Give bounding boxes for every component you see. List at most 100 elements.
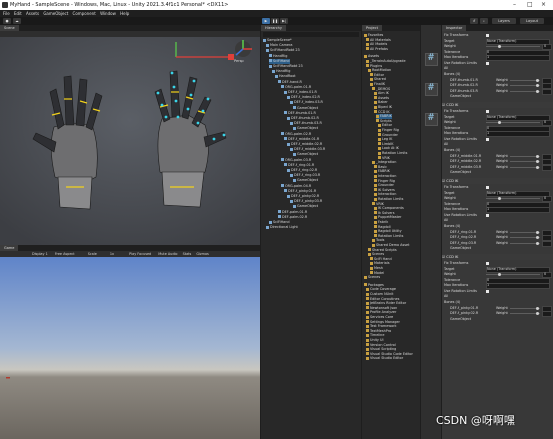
fix-transforms-checkbox[interactable] [486,186,489,189]
menu-component[interactable]: Component [73,11,96,16]
fix-transforms-checkbox[interactable] [486,34,489,37]
use-rotation-limits-checkbox[interactable] [486,213,489,217]
gameobject-label: GameObject [450,170,472,174]
maximize-icon[interactable]: □ [527,1,533,8]
scene-viewport[interactable] [0,37,260,245]
gameobject-icon [290,100,293,104]
fix-transforms-checkbox[interactable] [486,110,489,113]
tolerance-value: 0 [487,125,490,130]
folder-icon [370,77,373,81]
stats-toggle[interactable]: Stats [183,252,192,256]
max-iterations-field[interactable] [486,131,550,137]
weight-slider[interactable] [486,198,540,199]
play-icon[interactable]: ▶ [262,18,270,24]
hierarchy-search-input[interactable] [263,32,359,37]
tab-project[interactable]: Project [362,25,382,31]
bone-weight-knob[interactable] [536,160,539,163]
bone-weight-knob[interactable] [536,78,539,82]
bone-weight-knob[interactable] [536,230,539,234]
menu-assets[interactable]: Assets [26,11,39,16]
project-folder[interactable]: Visual Studio Editor [366,356,403,361]
weight-slider[interactable] [486,46,540,47]
use-rotation-limits-label: Use Rotation Limits [444,288,477,293]
bone-weight-knob[interactable] [536,236,539,239]
hierarchy-row-label: HandRoot [279,74,296,79]
cloud-icon[interactable]: ☁ [13,18,21,24]
hierarchy-row-label: DEF-hand.R [282,79,302,84]
folder-icon [370,73,373,77]
history-icon[interactable]: ↺ [470,18,478,24]
ccd-ik-component-header[interactable]: ☑ CCD IK [442,102,553,108]
gameobject-icon [293,126,296,130]
folder-label: Shared [374,77,386,82]
target-value: None (Transform) [487,114,517,119]
folder-label: Ragdoll [378,224,391,229]
bone-weight-knob[interactable] [536,312,539,315]
script-asset-icon[interactable] [425,112,438,126]
bone-weight-field[interactable] [542,88,552,95]
menu-window[interactable]: Window [100,11,116,16]
gizmos-toggle[interactable]: Gizmos [196,252,209,256]
weight-slider-knob[interactable] [498,197,501,200]
weight-slider-knob[interactable] [498,45,501,48]
bone-weight-knob[interactable] [536,165,539,169]
bone-weight-field[interactable] [542,311,552,317]
project-folder[interactable]: All Prefabs [366,47,388,52]
folder-label: Tools [376,238,385,243]
use-rotation-limits-checkbox[interactable] [486,61,489,65]
minimize-icon[interactable]: – [513,1,516,8]
gameobject-icon [290,173,293,177]
hierarchy-row[interactable]: Directional Light [266,225,298,230]
max-iterations-field[interactable] [486,207,550,213]
close-icon[interactable]: × [541,1,546,8]
ccd-ik-component-header[interactable]: ☑ CCD IK [442,178,553,184]
fix-transforms-checkbox[interactable] [486,262,489,265]
bone-weight-knob[interactable] [536,84,539,87]
script-asset-icon[interactable] [425,82,438,96]
script-asset-icon[interactable] [425,52,438,66]
folder-label: _TerrainAutoUpgrade [370,59,406,63]
play-focused-dropdown[interactable]: Play Focused [129,252,151,256]
aspect-dropdown[interactable]: Free Aspect [55,252,75,256]
display-dropdown[interactable]: Display 1 [32,252,48,256]
weight-slider[interactable] [486,122,540,123]
bone-weight-knob[interactable] [536,89,539,93]
folder-label: Visual Scripting [370,347,397,352]
pause-icon[interactable]: ❚❚ [271,18,279,24]
weight-slider-knob[interactable] [498,121,501,124]
hierarchy-row-label: SciFiHand [273,58,290,63]
tab-hierarchy[interactable]: Hierarchy [261,25,286,31]
window-title: MyHand - SampleScene - Windows, Mac, Lin… [10,2,229,8]
weight-slider-knob[interactable] [498,273,501,276]
folder-icon [374,165,377,169]
weight-slider[interactable] [486,274,540,275]
menu-gameobject[interactable]: GameObject [43,11,68,16]
project-folder[interactable]: Scenes [364,275,380,280]
max-iterations-field[interactable] [486,55,550,61]
folder-icon [366,343,369,347]
use-rotation-limits-checkbox[interactable] [486,137,489,141]
max-iterations-label: Max Iterations [444,283,469,287]
all-label: All [444,66,449,70]
mute-audio-toggle[interactable]: Mute Audio [158,252,177,256]
hierarchy-row-label: GameObject [297,105,319,110]
bone-weight-knob[interactable] [536,241,539,245]
menu-help[interactable]: Help [120,11,129,16]
bone-weight-knob[interactable] [536,154,539,158]
search-icon[interactable]: ⌕ [480,18,488,24]
tab-inspector[interactable]: Inspector [442,25,467,31]
menu-file[interactable]: File [3,11,10,16]
bone-weight-field[interactable] [542,164,552,171]
folder-icon [378,151,381,155]
use-rotation-limits-checkbox[interactable] [486,289,489,293]
layout-dropdown[interactable]: Layout [520,18,544,24]
ccd-ik-component-header[interactable]: ☑ CCD IK [442,254,553,260]
max-iterations-field[interactable] [486,283,550,289]
bone-weight-knob[interactable] [536,306,539,310]
folder-icon [374,206,377,210]
bone-weight-field[interactable] [542,240,552,247]
layers-dropdown[interactable]: Layers [492,18,516,24]
step-icon[interactable]: ▶| [280,18,288,24]
account-icon[interactable]: ● [3,18,11,24]
menu-edit[interactable]: Edit [14,11,22,16]
